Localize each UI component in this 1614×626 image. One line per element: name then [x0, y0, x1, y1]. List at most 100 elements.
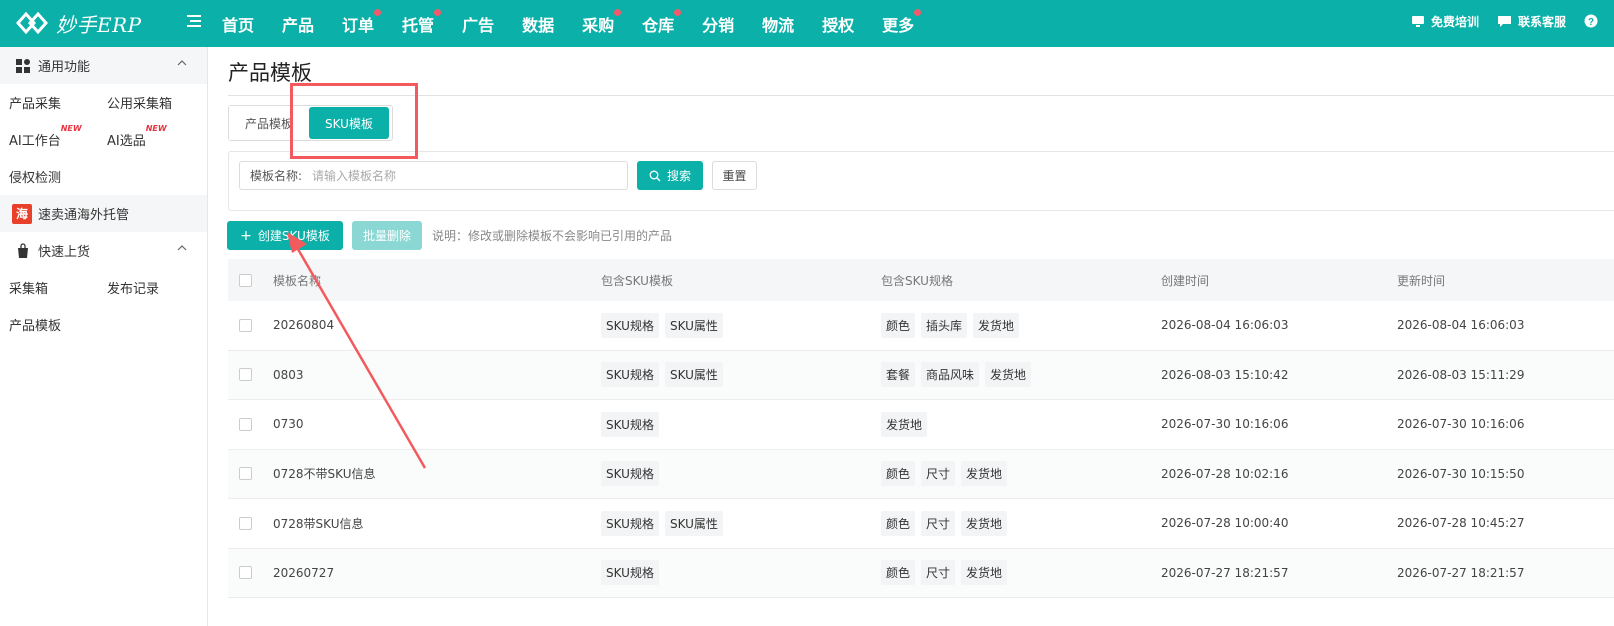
question-icon: ?	[1584, 14, 1598, 28]
sidebar-item-collect-box[interactable]: 采集箱	[9, 278, 107, 297]
nav-ads[interactable]: 广告	[462, 12, 494, 36]
sku-spec-tag: 发货地	[961, 461, 1008, 487]
contact-support-link[interactable]: 联系客服	[1497, 13, 1566, 30]
sku-spec-tag: 套餐	[881, 362, 916, 388]
sidebar-item-product-collect[interactable]: 产品采集	[9, 93, 107, 112]
column-header: 更新时间	[1397, 273, 1446, 288]
notification-dot	[614, 8, 622, 16]
sidebar-item-ai-selection[interactable]: AI选品 NEW	[107, 124, 205, 149]
main-content: 产品模板 产品模板 SKU模板 模板名称: 搜索 重置 + 创建SKU模板 批量…	[208, 47, 1614, 626]
sku-spec-tag: 发货地	[881, 411, 928, 437]
sidebar-row: 采集箱 发布记录	[0, 269, 207, 306]
nav-orders[interactable]: 订单	[342, 8, 382, 36]
created-time: 2026-08-04 16:06:03	[1161, 318, 1289, 333]
sidebar-row: AI工作台 NEW AI选品 NEW	[0, 121, 207, 158]
created-time: 2026-07-30 10:16:06	[1161, 417, 1289, 432]
nav-data[interactable]: 数据	[522, 12, 554, 36]
create-sku-template-button[interactable]: + 创建SKU模板	[227, 221, 343, 250]
sidebar-item-product-template[interactable]: 产品模板	[9, 315, 107, 334]
nav-home[interactable]: 首页	[222, 12, 254, 36]
row-checkbox[interactable]	[239, 318, 252, 332]
included-sku-templates: SKU规格 SKU属性	[601, 312, 881, 338]
app-logo[interactable]: 妙手ERP	[14, 6, 142, 40]
sku-template-tag: SKU规格	[601, 312, 659, 338]
sidebar-item-publish-records[interactable]: 发布记录	[107, 278, 205, 297]
row-checkbox[interactable]	[239, 566, 252, 580]
nav-purchase[interactable]: 采购	[582, 8, 622, 36]
logo-icon	[15, 11, 49, 35]
sku-spec-tag: 插头库	[921, 312, 968, 338]
included-sku-specs: 套餐 商品风味 发货地	[881, 362, 1161, 388]
sidebar-item-public-collect-box[interactable]: 公用采集箱	[107, 93, 205, 112]
row-checkbox[interactable]	[239, 368, 252, 382]
batch-delete-button[interactable]: 批量删除	[352, 221, 422, 250]
tab-product-template[interactable]: 产品模板	[229, 106, 309, 140]
included-sku-specs: 颜色 插头库 发货地	[881, 312, 1161, 338]
nav-logistics[interactable]: 物流	[762, 12, 794, 36]
search-button[interactable]: 搜索	[637, 161, 703, 190]
sidebar-row: 产品采集 公用采集箱	[0, 84, 207, 121]
nav-products[interactable]: 产品	[282, 12, 314, 36]
sidebar-item-infringement-check[interactable]: 侵权检测	[9, 167, 107, 186]
updated-time: 2026-07-30 10:16:06	[1397, 417, 1525, 432]
sku-spec-tag: 尺寸	[921, 510, 956, 536]
nav-distribution[interactable]: 分销	[702, 12, 734, 36]
sku-spec-tag: 发货地	[961, 560, 1008, 586]
sku-template-tag: SKU规格	[601, 461, 659, 487]
sku-spec-tag: 发货地	[961, 510, 1008, 536]
template-name-label: 模板名称:	[250, 169, 303, 183]
sidebar-group-general[interactable]: 通用功能	[0, 47, 207, 84]
included-sku-specs: 颜色 尺寸 发货地	[881, 461, 1161, 487]
included-sku-specs: 颜色 尺寸 发货地	[881, 560, 1161, 586]
nav-more[interactable]: 更多	[882, 8, 922, 36]
column-header: 模板名称	[273, 273, 322, 288]
select-all-checkbox[interactable]	[239, 273, 252, 287]
grid-icon	[16, 58, 30, 73]
sidebar-item-aliexpress-overseas[interactable]: 海 速卖通海外托管	[0, 195, 207, 232]
sidebar-item-ai-workbench[interactable]: AI工作台 NEW	[9, 124, 107, 149]
chevron-up-icon	[177, 60, 187, 66]
updated-time: 2026-07-28 10:45:27	[1397, 516, 1525, 531]
table-row[interactable]: 20260804 SKU规格 SKU属性 颜色 插头库 发货地 2026-08-04 16:…	[228, 301, 1614, 351]
sku-template-tag: SKU规格	[601, 560, 659, 586]
included-sku-specs: 颜色 尺寸 发货地	[881, 510, 1161, 536]
row-checkbox[interactable]	[239, 467, 252, 481]
sku-template-tag: SKU规格	[601, 362, 659, 388]
tab-sku-template[interactable]: SKU模板	[309, 107, 389, 139]
row-checkbox[interactable]	[239, 417, 252, 431]
sidebar-row: 侵权检测	[0, 158, 207, 195]
free-training-link[interactable]: 免费培训	[1411, 13, 1479, 30]
help-button[interactable]: ?	[1584, 14, 1604, 28]
menu-toggle-icon[interactable]	[186, 13, 202, 29]
template-name-input[interactable]	[312, 168, 627, 183]
nav-authorization[interactable]: 授权	[822, 12, 854, 36]
column-header: 包含SKU模板	[601, 273, 673, 288]
sidebar-group-quick-publish[interactable]: 快速上货	[0, 232, 207, 269]
reset-button[interactable]: 重置	[712, 161, 757, 190]
template-name-field: 模板名称:	[239, 161, 628, 190]
nav-hosting[interactable]: 托管	[402, 8, 442, 36]
sku-template-tag: SKU属性	[664, 362, 723, 388]
row-checkbox[interactable]	[239, 516, 252, 530]
nav-warehouse[interactable]: 仓库	[642, 8, 682, 36]
search-icon	[649, 170, 661, 181]
chevron-up-icon	[177, 245, 187, 251]
template-tabs: 产品模板 SKU模板	[228, 105, 393, 141]
sku-template-tag: SKU规格	[601, 411, 659, 437]
column-header: 包含SKU规格	[881, 273, 953, 288]
table-row[interactable]: 0728带SKU信息 SKU规格 SKU属性 颜色 尺寸 发货地 2026-07-28 10…	[228, 499, 1614, 549]
included-sku-templates: SKU规格 SKU属性	[601, 362, 881, 388]
page-title: 产品模板	[228, 61, 312, 85]
table-row[interactable]: 0730 SKU规格 发货地 2026-07-30 10:16:06 2026-07-3…	[228, 400, 1614, 450]
template-name: 20260804	[273, 318, 335, 333]
table-row[interactable]: 20260727 SKU规格 颜色 尺寸 发货地 2026-07-27 18:21:57 2…	[228, 548, 1614, 598]
divider	[228, 95, 1614, 96]
created-time: 2026-07-28 10:02:16	[1161, 466, 1289, 481]
table-row[interactable]: 0728不带SKU信息 SKU规格 颜色 尺寸 发货地 2026-07-28 10:02:…	[228, 449, 1614, 499]
sidebar-row: 产品模板	[0, 306, 207, 343]
included-sku-templates: SKU规格	[601, 560, 881, 586]
table-row[interactable]: 0803 SKU规格 SKU属性 套餐 商品风味 发货地 2026-08-03 15:10:…	[228, 350, 1614, 400]
monitor-icon	[1411, 15, 1424, 27]
template-name: 0803	[273, 367, 304, 382]
sku-spec-tag: 尺寸	[921, 461, 956, 487]
